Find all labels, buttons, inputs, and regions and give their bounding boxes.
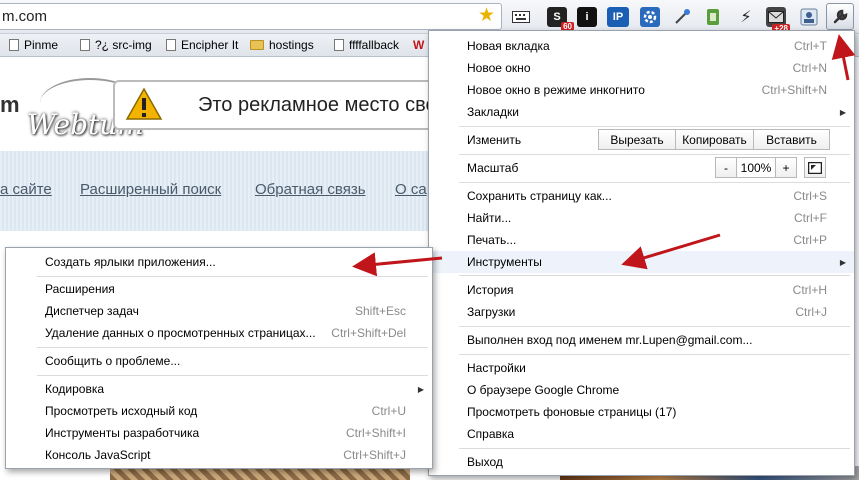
menu-separator: [37, 347, 428, 348]
ad-banner[interactable]: Это рекламное место сво: [113, 80, 443, 130]
tools-submenu: Создать ярлыки приложения... Расширения …: [5, 247, 433, 469]
mail-badge-icon[interactable]: +28: [766, 7, 790, 33]
menu-item-save-page[interactable]: Сохранить страницу как... Ctrl+S: [429, 185, 854, 207]
submenu-arrow-icon: ▶: [839, 107, 846, 117]
omnibox-url[interactable]: m.com: [2, 8, 47, 25]
page-icon: [80, 39, 90, 51]
menu-separator: [459, 126, 850, 127]
menu-item-settings[interactable]: Настройки: [429, 357, 854, 379]
submenu-item-task-manager[interactable]: Диспетчер задач Shift+Esc: [6, 300, 432, 322]
zoom-out-button[interactable]: -: [715, 157, 737, 178]
bookmark-encipher-it[interactable]: Encipher It: [166, 38, 238, 52]
nav-link-feedback[interactable]: Обратная связь: [255, 181, 366, 198]
menu-separator: [459, 154, 850, 155]
submenu-item-extensions[interactable]: Расширения: [6, 278, 432, 300]
bookmark-folder-hostings[interactable]: hostings: [250, 38, 314, 52]
paste-button[interactable]: Вставить: [753, 129, 830, 150]
menu-item-bookmarks[interactable]: Закладки ▶: [429, 101, 854, 123]
profile-icon[interactable]: [799, 7, 819, 27]
w-icon: W: [413, 38, 425, 52]
info-icon[interactable]: i: [577, 7, 597, 27]
lightning-icon[interactable]: ⚡: [736, 7, 756, 27]
menu-separator: [459, 354, 850, 355]
page-icon: [334, 39, 344, 51]
menu-row-edit: Изменить Вырезать Копировать Вставить: [429, 128, 854, 152]
submenu-item-js-console[interactable]: Консоль JavaScript Ctrl+Shift+J: [6, 444, 432, 466]
folder-icon: [250, 40, 264, 50]
menu-item-about[interactable]: О браузере Google Chrome: [429, 379, 854, 401]
logo-left-text: m: [0, 92, 20, 117]
submenu-item-clear-data[interactable]: Удаление данных о просмотренных страница…: [6, 322, 432, 344]
submenu-item-encoding[interactable]: Кодировка ▶: [6, 378, 432, 400]
wrench-icon: [833, 9, 848, 23]
site-nav: а сайте Расширенный поиск Обратная связь…: [0, 151, 430, 231]
sl-badge-icon[interactable]: S 60: [547, 7, 574, 31]
ad-text: Это рекламное место сво: [198, 94, 437, 116]
submenu-arrow-icon: ▶: [839, 257, 846, 267]
menu-item-exit[interactable]: Выход: [429, 451, 854, 473]
menu-row-zoom: Масштаб - 100% +: [429, 156, 854, 180]
copy-button[interactable]: Копировать: [675, 129, 754, 150]
page-icon: [166, 39, 176, 51]
bookmark-w[interactable]: W: [413, 38, 424, 52]
settings-ext-icon[interactable]: [640, 7, 660, 27]
bookmark-star-icon[interactable]: ★: [478, 6, 495, 26]
menu-item-help[interactable]: Справка: [429, 423, 854, 445]
submenu-item-dev-tools[interactable]: Инструменты разработчика Ctrl+Shift+I: [6, 422, 432, 444]
omnibox[interactable]: m.com ★: [0, 3, 502, 30]
menu-item-signed-in[interactable]: Выполнен вход под именем mr.Lupen@gmail.…: [429, 329, 854, 351]
bookmark-ffffallback[interactable]: ffffallback: [334, 38, 399, 52]
nav-link-more[interactable]: О са: [395, 181, 427, 198]
menu-item-tools[interactable]: Инструменты ▶: [429, 251, 854, 273]
bookmark-pinme[interactable]: Pinme: [9, 38, 58, 52]
evernote-icon[interactable]: [703, 7, 723, 27]
menu-item-new-tab[interactable]: Новая вкладка Ctrl+T: [429, 35, 854, 57]
menu-separator: [459, 275, 850, 276]
nav-link-advanced-search[interactable]: Расширенный поиск: [80, 181, 221, 198]
menu-item-print[interactable]: Печать... Ctrl+P: [429, 229, 854, 251]
menu-separator: [459, 326, 850, 327]
submenu-arrow-icon: ▶: [417, 384, 424, 394]
menu-item-background-pages[interactable]: Просмотреть фоновые страницы (17): [429, 401, 854, 423]
menu-item-history[interactable]: История Ctrl+H: [429, 279, 854, 301]
cut-button[interactable]: Вырезать: [598, 129, 676, 150]
menu-item-find[interactable]: Найти... Ctrl+F: [429, 207, 854, 229]
menu-item-downloads[interactable]: Загрузки Ctrl+J: [429, 301, 854, 323]
page-icon: [9, 39, 19, 51]
menu-separator: [37, 276, 428, 277]
menu-item-new-window[interactable]: Новое окно Ctrl+N: [429, 57, 854, 79]
zoom-level: 100%: [736, 157, 776, 178]
menu-separator: [37, 375, 428, 376]
fullscreen-icon: [808, 161, 822, 174]
menu-item-incognito[interactable]: Новое окно в режиме инкогнито Ctrl+Shift+…: [429, 79, 854, 101]
submenu-item-create-shortcuts[interactable]: Создать ярлыки приложения...: [6, 251, 432, 273]
submenu-item-view-source[interactable]: Просмотреть исходный код Ctrl+U: [6, 400, 432, 422]
eyedropper-icon[interactable]: [672, 7, 692, 27]
submenu-item-report-issue[interactable]: Сообщить о проблеме...: [6, 350, 432, 372]
browser-toolbar: m.com ★ S 60 i IP ⚡ +28: [0, 0, 859, 34]
warning-icon: [125, 87, 163, 120]
zoom-in-button[interactable]: +: [775, 157, 797, 178]
bookmark-src-img[interactable]: ?¿ src-img: [80, 38, 152, 52]
nav-link-about[interactable]: а сайте: [0, 181, 52, 198]
wrench-menu-button[interactable]: [826, 3, 854, 30]
fullscreen-button[interactable]: [804, 157, 826, 178]
menu-separator: [459, 448, 850, 449]
menu-separator: [459, 182, 850, 183]
keyboard-icon[interactable]: [511, 7, 531, 27]
chrome-main-menu: Новая вкладка Ctrl+T Новое окно Ctrl+N Нов…: [428, 30, 855, 476]
ip-icon[interactable]: IP: [607, 7, 629, 27]
